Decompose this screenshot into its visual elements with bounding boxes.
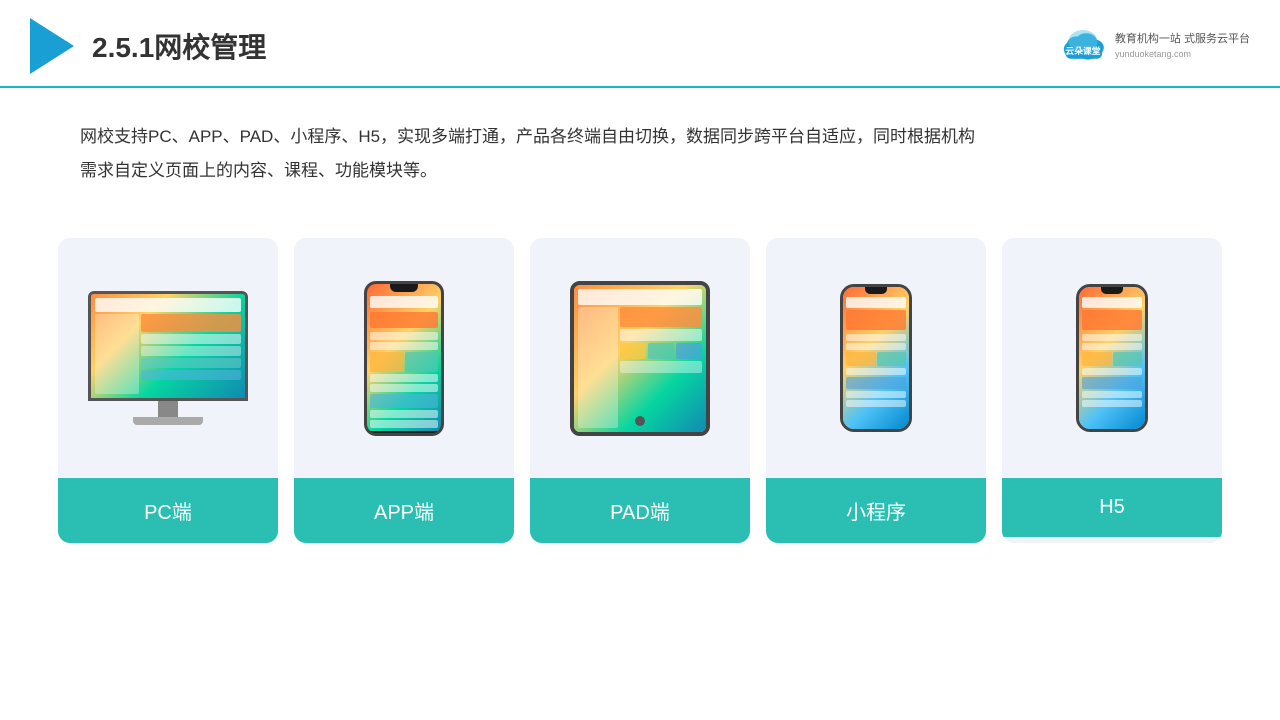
small-phone-body [840, 284, 912, 432]
brand-url: yunduoketang.com [1115, 48, 1250, 61]
pad-label: PAD端 [530, 478, 750, 543]
header-right: 云朵课堂 教育机构一站 式服务云平台 yunduoketang.com [1059, 28, 1250, 64]
pc-label: PC端 [58, 478, 278, 543]
header-left: 2.5.1网校管理 [30, 18, 266, 74]
h5-image-area [1002, 238, 1222, 478]
small-phone-screen [843, 287, 909, 429]
description-text-2: 需求自定义页面上的内容、课程、功能模块等。 [80, 161, 437, 180]
app-phone [364, 281, 444, 436]
phone-notch [390, 284, 418, 292]
brand-logo: 云朵课堂 教育机构一站 式服务云平台 yunduoketang.com [1059, 28, 1250, 64]
monitor-screen [91, 294, 245, 398]
h5-phone-screen [1079, 287, 1145, 429]
app-image-area [294, 238, 514, 478]
description: 网校支持PC、APP、PAD、小程序、H5，实现多端打通，产品各终端自由切换，数… [0, 88, 1280, 208]
cloud-icon: 云朵课堂 [1059, 28, 1107, 64]
header: 2.5.1网校管理 云朵课堂 教育机构一站 式服务云平台 yunduoketan… [0, 0, 1280, 88]
app-label: APP端 [294, 478, 514, 543]
h5-label: H5 [1002, 478, 1222, 537]
phone-body [364, 281, 444, 436]
monitor-base [133, 417, 203, 425]
h5-phone-notch [1101, 287, 1123, 294]
miniprogram-label: 小程序 [766, 478, 986, 543]
miniprogram-card: 小程序 [766, 238, 986, 543]
pad-card: PAD端 [530, 238, 750, 543]
pc-card: PC端 [58, 238, 278, 543]
monitor-neck [158, 401, 178, 417]
h5-phone-body [1076, 284, 1148, 432]
svg-text:云朵课堂: 云朵课堂 [1065, 45, 1100, 56]
tablet-body [570, 281, 710, 436]
brand-text: 教育机构一站 式服务云平台 yunduoketang.com [1115, 31, 1250, 60]
tablet-home-btn [635, 416, 645, 426]
page-title: 2.5.1网校管理 [92, 26, 266, 66]
pad-tablet [570, 281, 710, 436]
miniprogram-phone [840, 284, 912, 432]
pad-image-area [530, 238, 750, 478]
miniprogram-image-area [766, 238, 986, 478]
tablet-screen [574, 285, 706, 432]
monitor-body [88, 291, 248, 401]
description-text: 网校支持PC、APP、PAD、小程序、H5，实现多端打通，产品各终端自由切换，数… [80, 127, 975, 146]
h5-phone [1076, 284, 1148, 432]
phone-screen [367, 284, 441, 431]
logo-icon [30, 18, 74, 74]
pc-monitor [88, 291, 248, 425]
cards-container: PC端 [0, 218, 1280, 563]
pc-image-area [58, 238, 278, 478]
small-phone-notch [865, 287, 887, 294]
h5-card: H5 [1002, 238, 1222, 543]
app-card: APP端 [294, 238, 514, 543]
brand-slogan: 教育机构一站 式服务云平台 [1115, 31, 1250, 48]
